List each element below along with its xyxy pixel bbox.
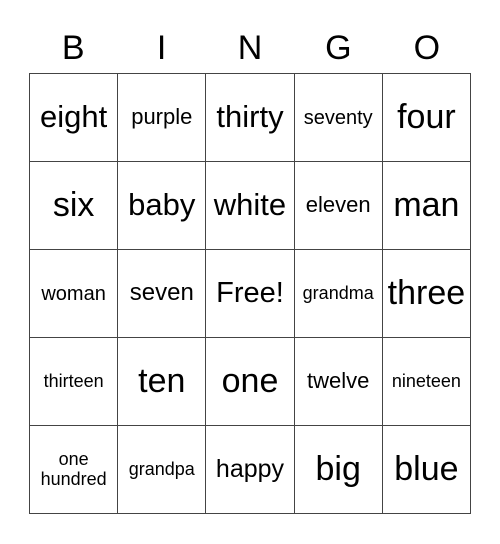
- bingo-cell[interactable]: woman: [30, 250, 119, 338]
- bingo-cell[interactable]: eleven: [294, 162, 383, 250]
- header-letter-o: O: [413, 29, 441, 67]
- free-space[interactable]: Free!: [206, 250, 295, 338]
- bingo-cell[interactable]: twelve: [294, 338, 383, 426]
- bingo-card: eight purple thirty seventy four six bab…: [29, 73, 471, 514]
- bingo-cell[interactable]: blue: [382, 426, 471, 514]
- header-letter-i: I: [156, 29, 167, 67]
- bingo-cell[interactable]: white: [206, 162, 295, 250]
- bingo-cell[interactable]: four: [382, 74, 471, 162]
- bingo-cell[interactable]: eight: [30, 74, 119, 162]
- header-letter-b: B: [61, 29, 85, 67]
- bingo-cell[interactable]: ten: [118, 338, 207, 426]
- bingo-cell[interactable]: purple: [118, 74, 207, 162]
- bingo-cell[interactable]: three: [382, 250, 471, 338]
- bingo-cell[interactable]: thirty: [206, 74, 295, 162]
- bingo-cell[interactable]: happy: [206, 426, 295, 514]
- bingo-cell[interactable]: man: [382, 162, 471, 250]
- bingo-cell[interactable]: one hundred: [30, 426, 119, 514]
- bingo-cell[interactable]: seventy: [294, 74, 383, 162]
- bingo-cell[interactable]: thirteen: [30, 338, 119, 426]
- header-letter-n: N: [237, 29, 263, 67]
- bingo-cell[interactable]: nineteen: [382, 338, 471, 426]
- bingo-header: B I N G O: [29, 22, 471, 74]
- header-letter-g: G: [325, 29, 352, 67]
- bingo-cell[interactable]: one: [206, 338, 295, 426]
- bingo-cell[interactable]: grandpa: [118, 426, 207, 514]
- bingo-cell[interactable]: big: [294, 426, 383, 514]
- bingo-cell[interactable]: seven: [118, 250, 207, 338]
- bingo-cell[interactable]: six: [30, 162, 119, 250]
- bingo-cell[interactable]: grandma: [294, 250, 383, 338]
- bingo-cell[interactable]: baby: [118, 162, 207, 250]
